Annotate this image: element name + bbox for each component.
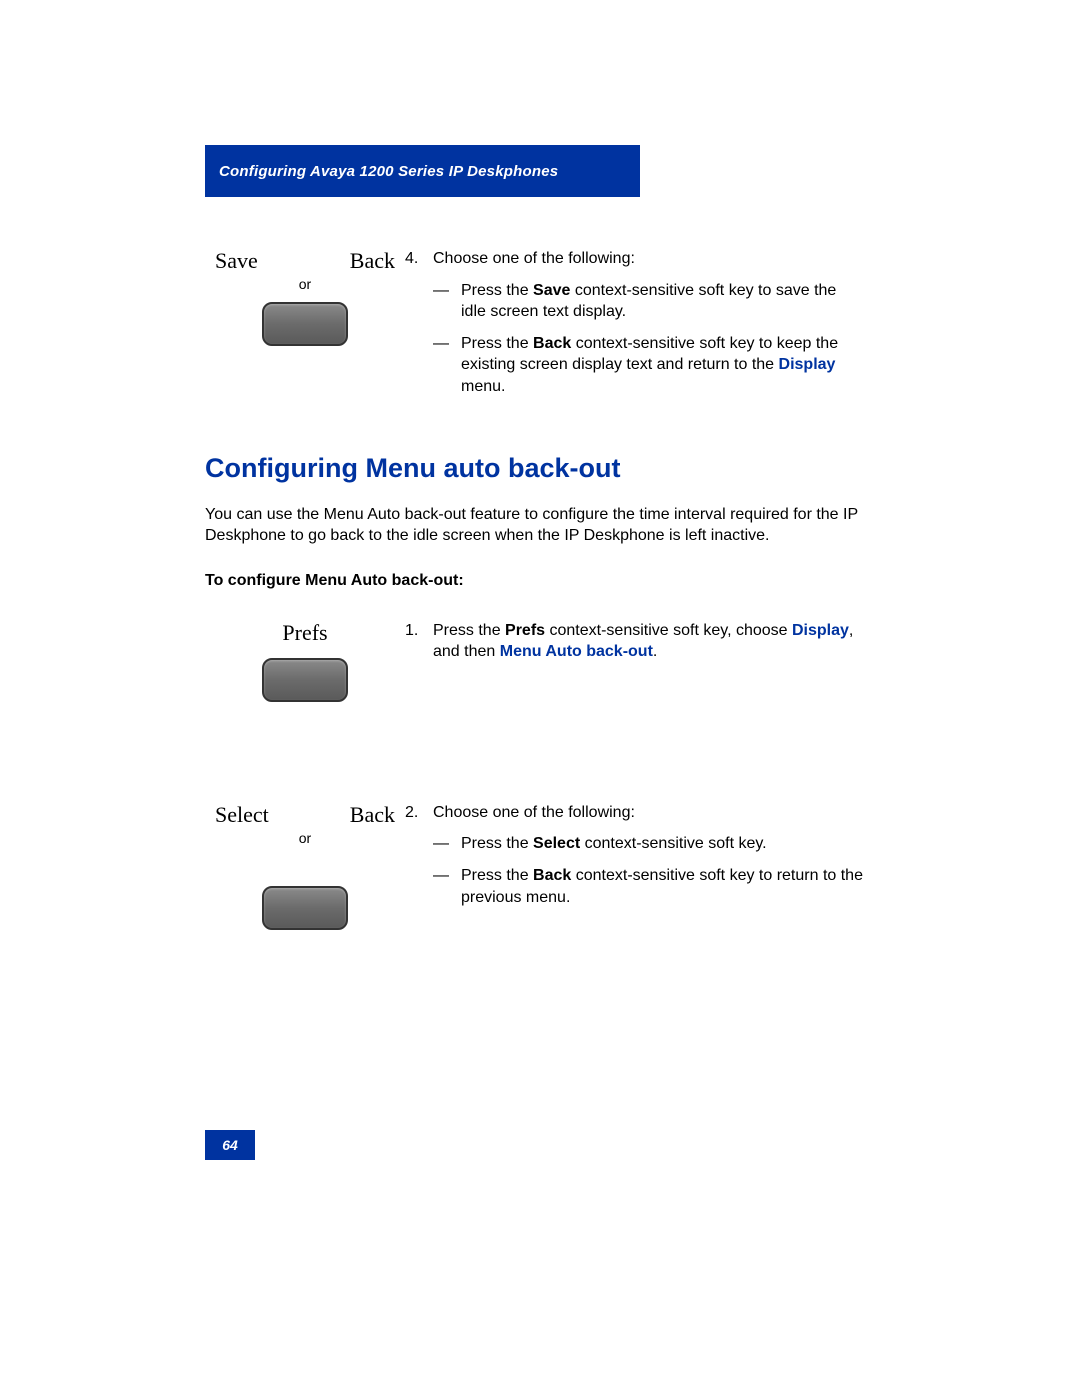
sub-heading: To configure Menu Auto back-out: (205, 572, 865, 590)
step2-dash-list: — Press the Select context-sensitive sof… (405, 833, 865, 908)
step2-item1: — Press the Select context-sensitive sof… (405, 833, 865, 855)
dash-icon: — (433, 865, 461, 908)
step2-intro: 2. Choose one of the following: (405, 802, 865, 824)
back-label: Back (350, 248, 395, 274)
step4-text: 4. Choose one of the following: — Press … (405, 248, 865, 408)
save-label: Save (215, 248, 258, 274)
step2-item2-text: Press the Back context-sensitive soft ke… (461, 865, 865, 908)
step2-item1-text: Press the Select context-sensitive soft … (461, 833, 767, 855)
section-heading: Configuring Menu auto back-out (205, 453, 865, 484)
step4-item2-text: Press the Back context-sensitive soft ke… (461, 333, 865, 398)
step1-row: Prefs 1. Press the Prefs context-sensiti… (205, 620, 865, 702)
or-text-2: or (205, 830, 405, 846)
step2-softkeys: Select Back or (205, 802, 405, 930)
page: Configuring Avaya 1200 Series IP Deskpho… (0, 0, 1080, 1397)
softkey-button-icon (262, 302, 348, 346)
page-number: 64 (205, 1130, 255, 1160)
step4-intro-text: Choose one of the following: (433, 248, 635, 270)
step2-row: Select Back or 2. Choose one of the foll… (205, 802, 865, 930)
step2-intro-text: Choose one of the following: (433, 802, 635, 824)
dash-icon: — (433, 280, 461, 323)
step4-item1: — Press the Save context-sensitive soft … (405, 280, 865, 323)
softkey-button-icon (262, 886, 348, 930)
header-band: Configuring Avaya 1200 Series IP Deskpho… (205, 145, 640, 197)
step1-text: 1. Press the Prefs context-sensitive sof… (405, 620, 865, 667)
step1-softkeys: Prefs (205, 620, 405, 702)
select-back-labels: Select Back (215, 802, 395, 828)
step4-softkeys: Save Back or (205, 248, 405, 346)
step4-row: Save Back or 4. Choose one of the follow… (205, 248, 865, 408)
step4-intro: 4. Choose one of the following: (405, 248, 865, 270)
intro-paragraph: You can use the Menu Auto back-out featu… (205, 504, 865, 547)
step4-num: 4. (405, 248, 433, 270)
dash-icon: — (433, 833, 461, 855)
step2-num: 2. (405, 802, 433, 824)
step4-item1-text: Press the Save context-sensitive soft ke… (461, 280, 865, 323)
save-back-labels: Save Back (215, 248, 395, 274)
step1-num: 1. (405, 620, 433, 663)
step1-line: 1. Press the Prefs context-sensitive sof… (405, 620, 865, 663)
step1-body: Press the Prefs context-sensitive soft k… (433, 620, 865, 663)
content-area: Save Back or 4. Choose one of the follow… (205, 248, 865, 950)
step4-item2: — Press the Back context-sensitive soft … (405, 333, 865, 398)
header-title: Configuring Avaya 1200 Series IP Deskpho… (219, 163, 558, 180)
or-text-1: or (205, 276, 405, 292)
step2-text: 2. Choose one of the following: — Press … (405, 802, 865, 918)
prefs-label: Prefs (205, 620, 405, 646)
dash-icon: — (433, 333, 461, 398)
select-label: Select (215, 802, 269, 828)
back-label-2: Back (350, 802, 395, 828)
step2-item2: — Press the Back context-sensitive soft … (405, 865, 865, 908)
softkey-button-icon (262, 658, 348, 702)
step4-dash-list: — Press the Save context-sensitive soft … (405, 280, 865, 398)
